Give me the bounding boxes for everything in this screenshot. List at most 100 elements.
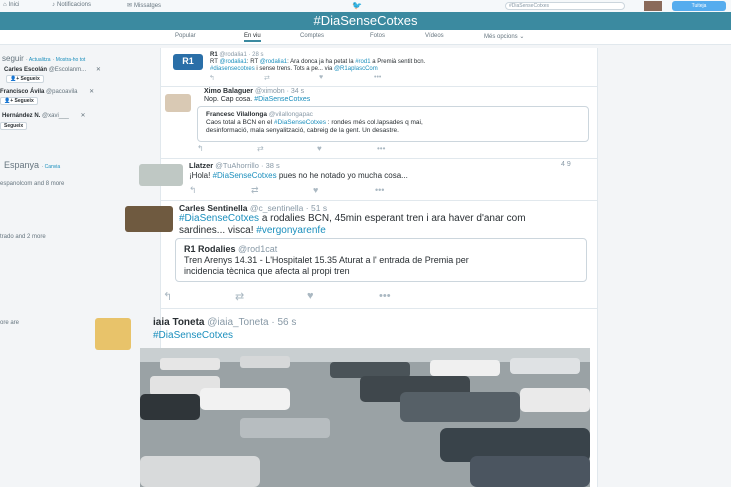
tweet-author-handle[interactable]: @c_sentinella	[250, 203, 304, 213]
avatar[interactable]	[139, 164, 183, 186]
search-input[interactable]: #DiaSenseCotxes	[505, 2, 625, 10]
who-to-follow-header: seguir · Actualitza · Mostra-ho tot	[2, 54, 86, 63]
tweet-author-handle[interactable]: @iaia_Toneta	[207, 317, 268, 328]
text-segment: Nop. Cap cosa.	[204, 96, 255, 103]
tab-live[interactable]: En viu	[244, 33, 261, 42]
reply-icon[interactable]: ↰	[163, 290, 235, 303]
tweet-author-handle[interactable]: @rodalia1	[219, 52, 246, 58]
mention-link[interactable]: @rodalia1	[260, 59, 287, 65]
close-icon[interactable]: ✕	[80, 113, 85, 119]
trend-item[interactable]: trado and 2 more	[0, 234, 46, 240]
quote-text: desinformació, mala senyalització, cabre…	[206, 127, 399, 134]
search-value: #DiaSenseCotxes	[509, 3, 550, 9]
follow-icon: 👤	[4, 98, 11, 104]
reply-icon[interactable]: ↰	[189, 185, 251, 196]
tab-videos[interactable]: Vídeos	[425, 33, 444, 39]
tweet-button[interactable]: Tuiteja	[672, 1, 726, 11]
tab-photos[interactable]: Fotos	[370, 33, 385, 39]
tweet-text: sardines... visca! #vergonyarenfe	[179, 225, 326, 237]
tab-accounts[interactable]: Comptes	[300, 33, 324, 39]
follow-label: Segueix	[4, 123, 24, 129]
mention-link[interactable]: @rodalia1	[219, 59, 246, 65]
hashtag-link[interactable]: #DiaSenseCotxes	[179, 213, 259, 224]
nav-messages[interactable]: ✉ Missatges	[127, 2, 161, 10]
more-icon[interactable]: •••	[374, 74, 381, 82]
avatar[interactable]: R1	[173, 54, 203, 70]
quote-author-handle: @rod1cat	[238, 244, 278, 254]
hashtag-link[interactable]: #diasensecotxes	[210, 66, 255, 72]
trend-item[interactable]: ore are	[0, 320, 19, 326]
hashtag-link[interactable]: #rod1	[355, 59, 370, 65]
quote-header: Francesc Vilallonga @vilallongapac	[206, 111, 313, 118]
quote-text: Caos total a BCN en el #DiaSenseCotxes :…	[206, 119, 423, 126]
retweet-icon[interactable]: ⇄	[264, 74, 319, 82]
avatar[interactable]	[165, 94, 191, 112]
trends-change-link[interactable]: Canvia	[45, 164, 61, 170]
tweet-actions: ↰ ⇄ ♥ •••	[163, 290, 391, 303]
avatar[interactable]	[644, 1, 662, 11]
hashtag-link[interactable]: #DiaSenseCotxes	[254, 96, 310, 103]
reply-icon[interactable]: ↰	[197, 144, 257, 153]
suggestion-name[interactable]: Francisco Ávila	[0, 89, 44, 95]
tweet-author-name[interactable]: R1	[210, 52, 218, 58]
twitter-bird-icon: 🐦	[352, 1, 362, 10]
tab-more-options[interactable]: Més opcions ⌄	[484, 33, 524, 40]
tweet-header: Llatzer @TuAhorrillo · 38 s	[189, 161, 280, 170]
text-segment: pues no he notado yo mucha cosa...	[276, 171, 408, 180]
suggestion-name[interactable]: Hernández N.	[2, 113, 40, 119]
like-icon[interactable]: ♥	[307, 290, 379, 303]
follow-button[interactable]: 👤+ Segueix	[0, 97, 38, 105]
view-all-link[interactable]: Mostra-ho tot	[56, 57, 85, 63]
hashtag-link[interactable]: #DiaSenseCotxes	[213, 171, 277, 180]
tweet-author-name[interactable]: Llatzer	[189, 161, 213, 170]
trend-item[interactable]: espanolcom and 8 more	[0, 181, 64, 187]
page-title: #DiaSenseCotxes	[313, 13, 418, 28]
tweet[interactable]: Llatzer @TuAhorrillo · 38 s 4 9 ¡Hola! #…	[139, 158, 597, 201]
hashtag-link[interactable]: #DiaSenseCotxes	[274, 119, 326, 126]
retweet-icon[interactable]: ⇄	[257, 144, 317, 153]
refresh-link[interactable]: Actualitza	[29, 57, 51, 63]
close-icon[interactable]: ✕	[96, 67, 101, 73]
tweet-time[interactable]: 38 s	[266, 161, 280, 170]
more-icon[interactable]: •••	[377, 144, 385, 153]
text-segment: ¡Hola!	[189, 171, 213, 180]
avatar[interactable]	[95, 318, 131, 350]
tweet-author-handle[interactable]: @ximobn	[255, 88, 285, 95]
like-icon[interactable]: ♥	[319, 74, 374, 82]
like-icon[interactable]: ♥	[313, 185, 375, 196]
tweet-author-name[interactable]: Ximo Balaguer	[204, 88, 253, 95]
tweet-author-name[interactable]: iaia Toneta	[153, 317, 205, 328]
follow-button[interactable]: 👤+ Segueix	[6, 75, 44, 83]
tweet[interactable]: R1 R1 @rodalia1 · 28 s RT @rodalia1: RT …	[161, 48, 597, 87]
more-icon[interactable]: •••	[379, 290, 391, 303]
reply-icon[interactable]: ↰	[209, 74, 264, 82]
tweet-time[interactable]: 56 s	[277, 317, 296, 328]
tweet-time[interactable]: 51 s	[311, 203, 327, 213]
hashtag-link[interactable]: #DiaSenseCotxes	[153, 330, 233, 341]
tweet-time[interactable]: 34 s	[291, 88, 304, 95]
quoted-tweet[interactable]: Francesc Vilallonga @vilallongapac Caos …	[197, 106, 589, 142]
who-to-follow-title: seguir	[2, 54, 24, 63]
avatar[interactable]	[125, 206, 173, 232]
follow-button[interactable]: Segueix	[0, 122, 28, 130]
suggestion-name[interactable]: Carles Escolán	[4, 67, 47, 73]
suggestion-item: Carles Escolán @Escolanm... ✕	[4, 66, 101, 73]
close-icon[interactable]: ✕	[89, 89, 94, 95]
more-icon[interactable]: •••	[375, 185, 384, 196]
quoted-tweet[interactable]: R1 Rodalies @rod1cat Tren Arenys 14.31 -…	[175, 238, 587, 282]
tweet[interactable]: Carles Sentinella @c_sentinella · 51 s #…	[125, 200, 597, 309]
retweet-icon[interactable]: ⇄	[235, 290, 307, 303]
like-icon[interactable]: ♥	[317, 144, 377, 153]
nav-home[interactable]: ⌂ Inici	[3, 2, 19, 8]
tweet[interactable]: Ximo Balaguer @ximobn · 34 s Nop. Cap co…	[161, 86, 597, 159]
hashtag-link[interactable]: #vergonyarenfe	[256, 225, 326, 236]
nav-notifications-label: Notificacions	[57, 2, 92, 8]
tab-popular[interactable]: Popular	[175, 33, 196, 39]
tweet-author-handle[interactable]: @TuAhorrillo	[215, 161, 259, 170]
nav-notifications[interactable]: ♪ Notificacions	[52, 2, 91, 8]
mention-link[interactable]: @R1aplascCom	[334, 66, 378, 72]
tweet-photo[interactable]	[140, 348, 590, 487]
tweet-time[interactable]: 28 s	[252, 52, 263, 58]
tweet-author-name[interactable]: Carles Sentinella	[179, 203, 248, 213]
retweet-icon[interactable]: ⇄	[251, 185, 313, 196]
